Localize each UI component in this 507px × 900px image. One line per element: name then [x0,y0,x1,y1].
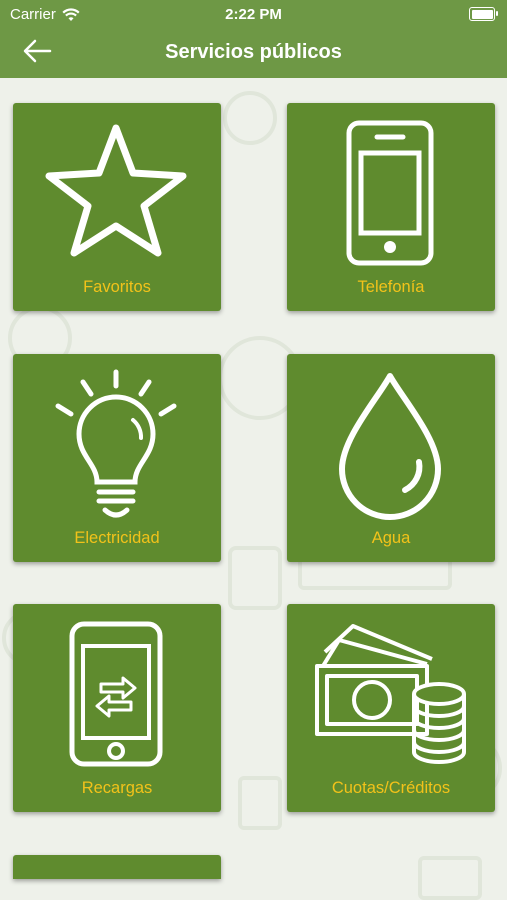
tile-label: Recargas [81,779,153,797]
page-title: Servicios públicos [165,41,342,63]
nav-bar: Servicios públicos [0,30,507,76]
tile-label: Favoritos [83,278,151,296]
tile-telefonia[interactable]: Telefonía [287,103,495,311]
tile-favoritos[interactable]: Favoritos [13,103,221,311]
battery-icon [469,7,498,21]
tile-agua[interactable]: Agua [287,354,495,562]
tile-partial[interactable] [13,855,221,879]
status-time: 2:22 PM [225,6,282,23]
tile-label: Cuotas/Créditos [331,779,451,797]
tile-label: Agua [371,529,411,547]
tile-recargas[interactable]: Recargas [13,604,221,812]
tile-label: Telefonía [357,278,425,296]
tile-label: Electricidad [74,529,160,547]
app-header: Carrier 2:22 PM Servicios públicos [0,0,507,78]
tile-electricidad[interactable]: Electricidad [13,354,221,562]
status-bar: Carrier 2:22 PM [0,0,507,28]
tile-cuotas-creditos[interactable]: Cuotas/Créditos [287,604,495,812]
